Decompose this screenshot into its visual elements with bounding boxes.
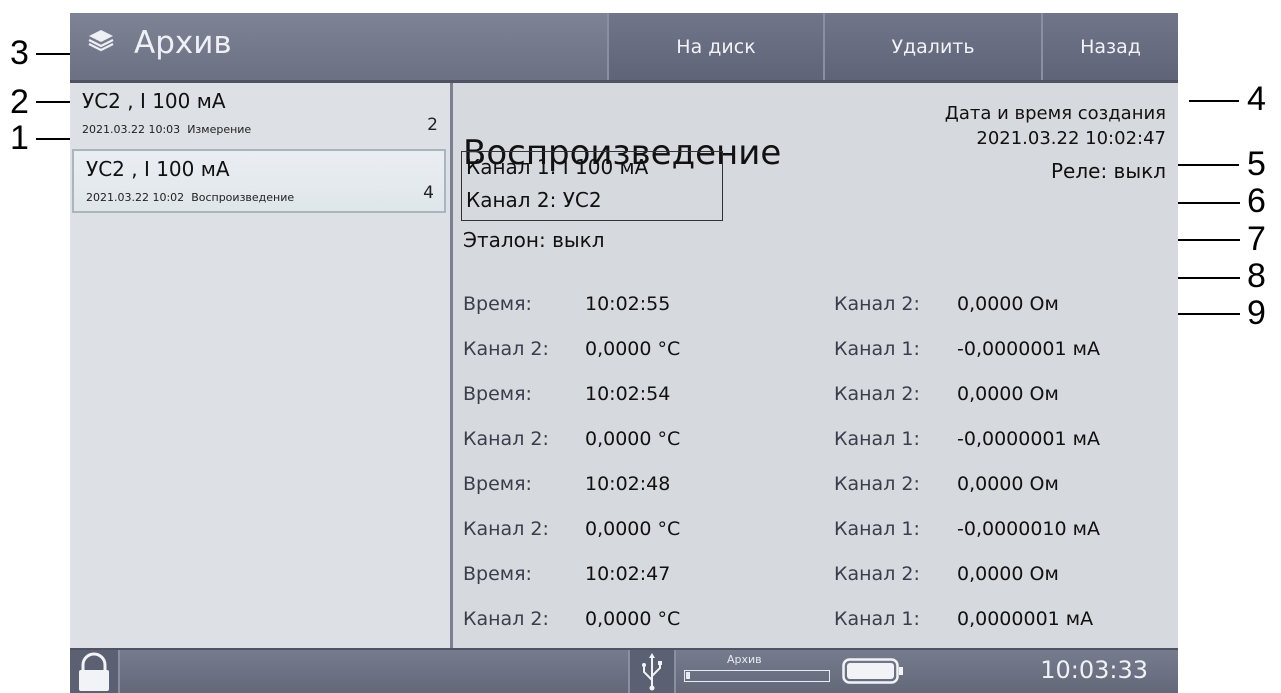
- usb-button[interactable]: [628, 650, 676, 693]
- top-bar: Архив На диск Удалить Назад: [70, 13, 1178, 80]
- measurement-label: Время:: [463, 293, 532, 315]
- callout-2: 2: [10, 83, 29, 121]
- measurement-value: 0,0000 °C: [585, 608, 681, 630]
- callout-7: 7: [1247, 220, 1266, 258]
- measurement-label: Канал 2:: [834, 383, 920, 405]
- item-title: УС2 , I 100 мА: [82, 89, 226, 113]
- record-details: Воспроизведение Дата и время создания 20…: [453, 83, 1178, 648]
- item-subtitle: 2021.03.22 10:02 Воспроизведение: [86, 191, 294, 204]
- measurement-value: 0,0000 °C: [585, 338, 681, 360]
- measurement-label: Время:: [463, 563, 532, 585]
- measurement-value: 10:02:47: [585, 563, 671, 585]
- measurement-label: Канал 2:: [834, 293, 920, 315]
- callout-line-4: [1189, 100, 1239, 102]
- measurement-label: Канал 1:: [834, 608, 920, 630]
- item-timestamp: 2021.03.22 10:03: [82, 123, 181, 136]
- battery-icon: [842, 658, 903, 684]
- callout-6: 6: [1247, 182, 1266, 220]
- lock-button[interactable]: [70, 650, 120, 693]
- back-button[interactable]: Назад: [1041, 13, 1178, 80]
- created-label: Дата и время создания: [944, 103, 1166, 124]
- archive-usage-fill: [686, 672, 690, 679]
- measurement-value: -0,0000001 мА: [957, 428, 1100, 450]
- item-title: УС2 , I 100 мА: [86, 157, 230, 181]
- measurement-value: 0,0000 Ом: [957, 473, 1059, 495]
- usb-icon: [642, 653, 662, 691]
- measurement-value: 10:02:54: [585, 383, 671, 405]
- archive-usage-label: Архив: [727, 653, 762, 666]
- measurement-label: Канал 2:: [834, 563, 920, 585]
- measurement-label: Время:: [463, 473, 532, 495]
- item-count: 2: [427, 115, 438, 135]
- measurement-label: Канал 2:: [834, 473, 920, 495]
- measurement-label: Канал 2:: [463, 338, 549, 360]
- device-screen: Архив На диск Удалить Назад УС2 , I 100 …: [70, 13, 1178, 693]
- callout-3: 3: [10, 34, 29, 72]
- archive-list: УС2 , I 100 мА 2021.03.22 10:03 Измерени…: [70, 83, 450, 648]
- measurement-label: Канал 1:: [834, 518, 920, 540]
- callout-5: 5: [1247, 145, 1266, 183]
- item-subtitle: 2021.03.22 10:03 Измерение: [82, 123, 251, 136]
- lock-icon: [79, 652, 109, 691]
- status-bar: Архив 10:03:33: [70, 648, 1178, 693]
- status-clock: 10:03:33: [1040, 656, 1148, 684]
- measurement-value: -0,0000010 мА: [957, 518, 1100, 540]
- channel1-info: Канал 1: I 100 мА: [466, 155, 649, 179]
- callout-8: 8: [1247, 257, 1266, 295]
- etalon-status: Эталон: выкл: [463, 228, 605, 252]
- measurement-label: Канал 2:: [463, 428, 549, 450]
- channels-box: Канал 1: I 100 мА Канал 2: УС2: [461, 151, 723, 221]
- measurement-label: Канал 2:: [463, 518, 549, 540]
- measurement-label: Канал 1:: [834, 428, 920, 450]
- item-count: 4: [423, 183, 434, 203]
- app-title: Архив: [134, 25, 232, 61]
- callout-4: 4: [1247, 80, 1266, 118]
- measurement-value: 10:02:55: [585, 293, 671, 315]
- channel2-info: Канал 2: УС2: [466, 188, 602, 212]
- measurement-value: 0,0000 Ом: [957, 563, 1059, 585]
- delete-button[interactable]: Удалить: [823, 13, 1041, 80]
- relay-status: Реле: выкл: [1051, 159, 1166, 183]
- archive-usage-bar: [684, 670, 830, 682]
- created-value: 2021.03.22 10:02:47: [976, 128, 1166, 149]
- measurement-label: Время:: [463, 383, 532, 405]
- callout-9: 9: [1247, 294, 1266, 332]
- item-mode: Измерение: [187, 123, 252, 136]
- measurement-value: -0,0000001 мА: [957, 338, 1100, 360]
- measurement-label: Канал 1:: [834, 338, 920, 360]
- to-disk-button[interactable]: На диск: [607, 13, 823, 80]
- measurement-value: 0,0000 °C: [585, 428, 681, 450]
- measurement-value: 0,0000 °C: [585, 518, 681, 540]
- item-mode: Воспроизведение: [191, 191, 295, 204]
- archive-list-item-selected[interactable]: УС2 , I 100 мА 2021.03.22 10:02 Воспроиз…: [72, 149, 446, 213]
- item-timestamp: 2021.03.22 10:02: [86, 191, 185, 204]
- measurement-value: 0,0000001 мА: [957, 608, 1094, 630]
- measurement-value: 10:02:48: [585, 473, 671, 495]
- measurement-label: Канал 2:: [463, 608, 549, 630]
- archive-list-item[interactable]: УС2 , I 100 мА 2021.03.22 10:03 Измерени…: [70, 83, 448, 147]
- archive-stack-icon: [88, 30, 114, 52]
- callout-1: 1: [10, 119, 29, 157]
- measurement-value: 0,0000 Ом: [957, 383, 1059, 405]
- measurement-value: 0,0000 Ом: [957, 293, 1059, 315]
